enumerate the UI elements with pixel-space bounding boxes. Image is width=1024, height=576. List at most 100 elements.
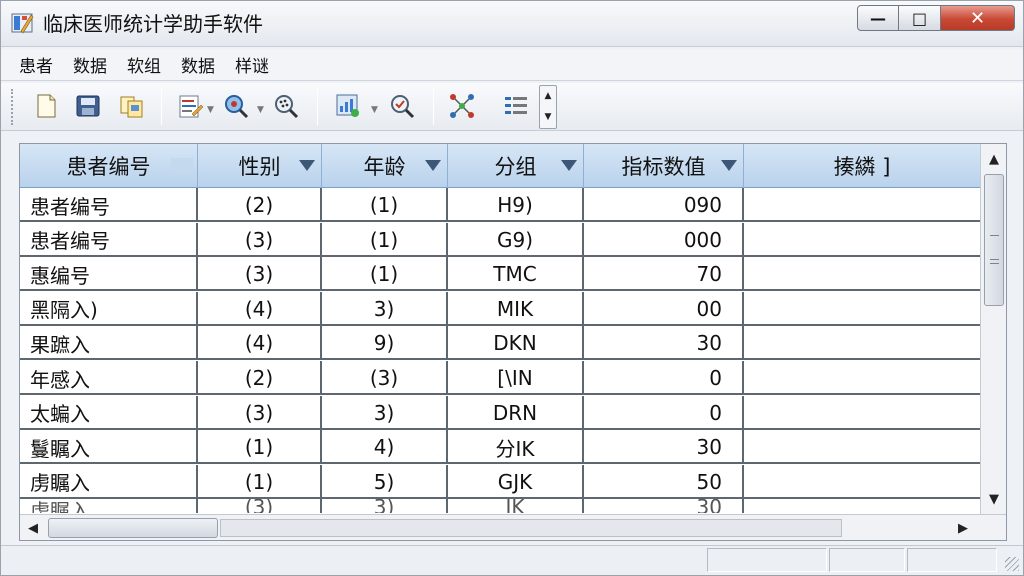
cell-extra[interactable] xyxy=(744,188,980,222)
cell-age[interactable]: (3) xyxy=(322,361,448,395)
table-row[interactable]: 年感入 (2) (3) [\IN 0 xyxy=(20,361,980,395)
table-row[interactable]: 患者编号 (2) (1) H9) 090 xyxy=(20,188,980,222)
dropdown-arrow-icon[interactable]: ▼ xyxy=(257,105,264,115)
table-row[interactable]: 果蹠入 (4) 9) DKN 30 xyxy=(20,326,980,361)
cell-value[interactable]: 090 xyxy=(584,188,744,222)
column-header-extra[interactable]: 揍繗 ] xyxy=(744,144,980,188)
scroll-down-icon[interactable]: ▼ xyxy=(981,486,1006,512)
cell-group[interactable]: GJK xyxy=(448,464,584,499)
table-row[interactable]: 太蝙入 (3) 3) DRN 0 xyxy=(20,395,980,430)
column-header-age[interactable]: 年龄 xyxy=(322,144,448,188)
cell-patient-id[interactable]: 虏瞩入 xyxy=(20,499,198,514)
new-document-button[interactable] xyxy=(31,91,61,121)
table-row[interactable]: 鬘瞩入 (1) 4) 分IK 30 xyxy=(20,430,980,465)
cell-gender[interactable]: (4) xyxy=(198,326,322,361)
horizontal-scroll-thumb[interactable] xyxy=(48,518,218,538)
cell-age[interactable]: 3) xyxy=(322,395,448,430)
cell-value[interactable]: 30 xyxy=(584,326,744,361)
save-button[interactable] xyxy=(73,91,103,121)
chart-report-button[interactable] xyxy=(333,91,363,121)
cell-extra[interactable] xyxy=(744,465,980,499)
cell-gender[interactable]: (4) xyxy=(198,291,322,326)
magnify-button[interactable] xyxy=(271,91,301,121)
dropdown-arrow-icon[interactable]: ▼ xyxy=(371,105,378,115)
maximize-button[interactable]: □ xyxy=(899,5,941,31)
cell-age[interactable]: 3) xyxy=(322,499,448,514)
cell-value[interactable]: 50 xyxy=(584,464,744,499)
sort-arrow-icon[interactable] xyxy=(721,160,737,171)
table-row[interactable]: 惠编号 (3) (1) TMC 70 xyxy=(20,257,980,292)
cell-group[interactable]: TMC xyxy=(448,257,584,292)
cell-extra[interactable] xyxy=(744,361,980,395)
cell-age[interactable]: 3) xyxy=(322,291,448,326)
table-row[interactable]: 虏瞩入 (3) 3) JK 30 xyxy=(20,499,980,514)
cell-age[interactable]: 5) xyxy=(322,464,448,499)
cell-group[interactable]: MIK xyxy=(448,291,584,326)
cell-gender[interactable]: (3) xyxy=(198,257,322,292)
cell-group[interactable]: G9) xyxy=(448,222,584,257)
cell-value[interactable]: 00 xyxy=(584,291,744,326)
cell-extra[interactable] xyxy=(744,430,980,464)
cell-value[interactable]: 70 xyxy=(584,257,744,292)
cell-extra[interactable] xyxy=(744,257,980,291)
cell-group[interactable]: JK xyxy=(448,499,584,514)
sort-arrow-icon[interactable] xyxy=(299,160,315,171)
horizontal-scroll-track[interactable] xyxy=(220,519,842,537)
cell-extra[interactable] xyxy=(744,396,980,430)
cell-age[interactable]: (1) xyxy=(322,188,448,222)
list-settings-button[interactable] xyxy=(501,91,531,121)
cell-patient-id[interactable]: 果蹠入 xyxy=(20,326,198,361)
scroll-up-icon[interactable]: ▲ xyxy=(981,146,1006,172)
magnify-check-button[interactable] xyxy=(387,91,417,121)
cell-group[interactable]: DRN xyxy=(448,395,584,430)
resize-grip-icon[interactable] xyxy=(1005,557,1019,571)
column-header-patient-id[interactable]: 患者编号 xyxy=(20,144,198,188)
menu-item-data[interactable]: 数据 xyxy=(73,52,107,77)
menu-item-patients[interactable]: 患者 xyxy=(19,52,53,77)
table-row[interactable]: 患者编号 (3) (1) G9) 000 xyxy=(20,222,980,257)
cell-extra[interactable] xyxy=(744,326,980,360)
column-header-value[interactable]: 指标数值 xyxy=(584,144,744,188)
sort-arrow-icon[interactable] xyxy=(425,160,441,171)
vertical-scroll-thumb[interactable] xyxy=(984,174,1004,306)
cell-gender[interactable]: (2) xyxy=(198,188,322,222)
cell-extra[interactable] xyxy=(744,223,980,257)
menu-item-data-2[interactable]: 数据 xyxy=(181,52,215,77)
horizontal-scrollbar[interactable]: ◀ ▶ xyxy=(20,514,1006,540)
spin-down-icon[interactable]: ▼ xyxy=(540,107,556,128)
scatter-button[interactable] xyxy=(447,91,477,121)
cell-extra[interactable] xyxy=(744,499,980,513)
cell-patient-id[interactable]: 虏瞩入 xyxy=(20,464,198,499)
scroll-left-icon[interactable]: ◀ xyxy=(20,515,46,540)
menu-item-software[interactable]: 软组 xyxy=(127,52,161,77)
cell-patient-id[interactable]: 惠编号 xyxy=(20,257,198,292)
cell-gender[interactable]: (3) xyxy=(198,499,322,514)
column-header-group[interactable]: 分组 xyxy=(448,144,584,188)
sort-arrow-icon[interactable] xyxy=(561,160,577,171)
minimize-button[interactable]: — xyxy=(857,5,899,31)
cell-age[interactable]: (1) xyxy=(322,222,448,257)
cell-group[interactable]: DKN xyxy=(448,326,584,361)
cell-gender[interactable]: (1) xyxy=(198,464,322,499)
cell-patient-id[interactable]: 太蝙入 xyxy=(20,395,198,430)
close-button[interactable]: ✕ xyxy=(941,5,1015,31)
copy-button[interactable] xyxy=(117,91,147,121)
toolbar-overflow-spinner[interactable]: ▲ ▼ xyxy=(539,85,557,129)
cell-value[interactable]: 0 xyxy=(584,395,744,430)
scroll-right-icon[interactable]: ▶ xyxy=(950,515,976,540)
cell-gender[interactable]: (2) xyxy=(198,361,322,395)
dropdown-arrow-icon[interactable]: ▼ xyxy=(207,105,214,115)
cell-gender[interactable]: (3) xyxy=(198,222,322,257)
vertical-scrollbar[interactable]: ▲ ▼ xyxy=(980,144,1006,514)
cell-value[interactable]: 30 xyxy=(584,499,744,514)
toolbar-grip[interactable] xyxy=(11,89,15,125)
spin-up-icon[interactable]: ▲ xyxy=(540,86,556,107)
cell-extra[interactable] xyxy=(744,292,980,326)
cell-group[interactable]: 分IK xyxy=(448,430,584,465)
table-row[interactable]: 黑隔入) (4) 3) MIK 00 xyxy=(20,291,980,326)
cell-patient-id[interactable]: 患者编号 xyxy=(20,222,198,257)
cell-age[interactable]: 9) xyxy=(322,326,448,361)
cell-patient-id[interactable]: 患者编号 xyxy=(20,188,198,222)
column-filter-box[interactable] xyxy=(171,158,193,174)
cell-gender[interactable]: (1) xyxy=(198,430,322,465)
